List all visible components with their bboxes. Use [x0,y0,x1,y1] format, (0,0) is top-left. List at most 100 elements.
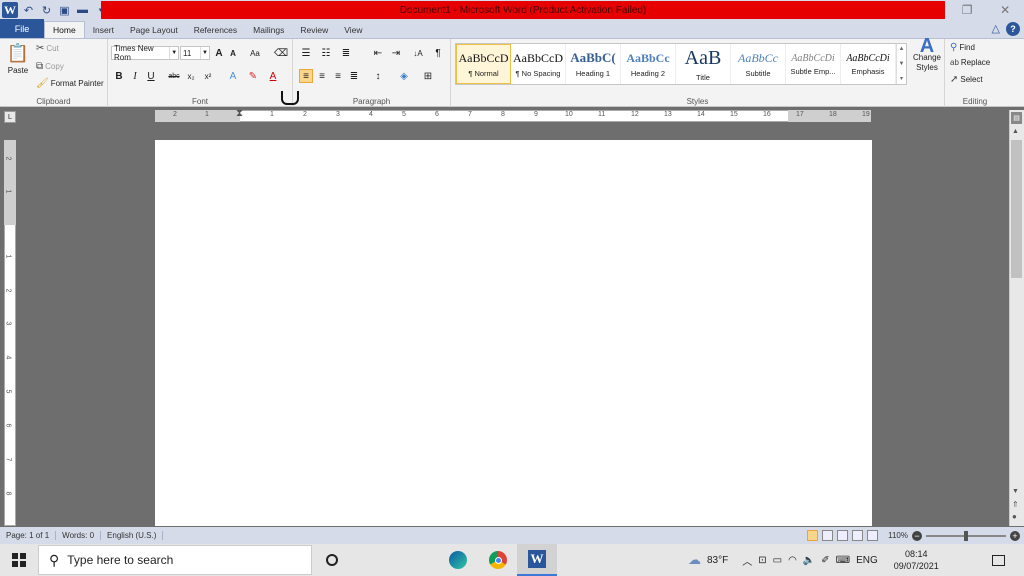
bold-button[interactable]: B [112,69,126,83]
zoom-slider-thumb[interactable] [964,530,968,541]
redo-icon[interactable]: ↻ [39,3,54,18]
tab-review[interactable]: Review [292,21,336,38]
battery-icon[interactable]: ▭ [773,555,782,566]
volume-icon[interactable]: 🔈 [803,555,815,566]
show-hidden-icons-icon[interactable]: ︿ [742,553,752,568]
underline-button[interactable]: U [144,69,158,83]
borders-icon[interactable]: ⊞ [421,69,435,83]
web-layout-icon[interactable] [837,530,849,541]
increase-indent-icon[interactable]: ⇥ [389,46,403,60]
style-no-spacing[interactable]: AaBbCcD ¶ No Spacing [511,44,566,84]
line-spacing-icon[interactable]: ↕ [371,69,385,83]
paste-button[interactable]: 📋 Paste [4,43,32,75]
page-count[interactable]: Page: 1 of 1 [0,531,57,540]
change-styles-button[interactable]: A Change Styles [912,36,942,73]
justify-icon[interactable]: ≣ [347,69,361,83]
tab-page-layout[interactable]: Page Layout [122,21,186,38]
weather-cloud-icon[interactable]: ☁ [688,552,701,568]
subscript-button[interactable]: x₂ [184,69,198,83]
align-right-icon[interactable]: ≡ [331,69,345,83]
font-color-icon[interactable]: A [266,69,280,83]
clock[interactable]: 08:14 09/07/2021 [894,548,939,572]
tab-view[interactable]: View [336,21,370,38]
tab-selector[interactable]: L [4,111,16,123]
style-subtitle[interactable]: AaBbCc Subtitle [731,44,786,84]
strikethrough-button[interactable]: abc [166,69,182,83]
superscript-button[interactable]: x² [201,69,215,83]
document-page[interactable] [155,140,872,526]
align-center-icon[interactable]: ≡ [315,69,329,83]
tab-insert[interactable]: Insert [85,21,122,38]
show-formatting-button[interactable]: ¶ [431,46,445,60]
font-name-dropdown[interactable]: Times New Rom ▼ [111,44,179,62]
restore-icon[interactable]: ❐ [962,3,973,17]
highlight-color-icon[interactable]: ✎ [246,69,260,83]
format-painter-button[interactable]: 🖌 Format Painter [36,78,104,89]
copy-button[interactable]: ⧉ Copy [36,61,64,72]
scroll-down-icon[interactable]: ▼ [1012,488,1019,495]
help-icon[interactable]: ? [1006,21,1020,36]
input-language[interactable]: ENG [856,555,878,566]
view-ruler-icon[interactable]: ▤ [1011,112,1022,124]
style-heading-1[interactable]: AaBbC( Heading 1 [566,44,621,84]
chrome-app[interactable] [478,544,518,576]
scroll-down-icon[interactable]: ▼ [899,61,905,67]
zoom-in-icon[interactable]: + [1010,530,1020,541]
save-icon[interactable]: ▬ [75,3,90,18]
tab-file[interactable]: File [0,19,44,38]
grow-font-button[interactable]: A [212,46,226,60]
wifi-icon[interactable]: ◠ [788,555,797,566]
style-subtle-emphasis[interactable]: AaBbCcDi Subtle Emp... [786,44,841,84]
numbering-icon[interactable]: ☷ [319,46,333,60]
zoom-out-icon[interactable]: − [912,530,922,541]
language-indicator[interactable]: English (U.S.) [101,531,164,540]
browse-object-icon[interactable]: ● [1012,512,1017,521]
tab-home[interactable]: Home [44,21,85,38]
outline-icon[interactable] [852,530,864,541]
shading-icon[interactable]: ◈ [397,69,411,83]
style-normal[interactable]: AaBbCcD ¶ Normal [456,44,511,84]
cut-button[interactable]: ✂ Cut [36,43,59,54]
text-effects-icon[interactable]: A [226,69,240,83]
meet-now-icon[interactable]: ⊡ [758,555,766,566]
word-count[interactable]: Words: 0 [56,531,102,540]
taskbar-search[interactable]: ⚲ Type here to search [38,545,312,575]
scroll-up-icon[interactable]: ▲ [899,46,905,52]
sort-icon[interactable]: ↓A [411,46,425,60]
align-left-icon[interactable]: ≡ [299,69,313,83]
pen-icon[interactable]: ✐ [821,555,829,566]
undo-icon[interactable]: ↶ [21,3,36,18]
cortana-icon[interactable] [312,544,352,576]
close-icon[interactable]: ✕ [1000,3,1010,17]
multilevel-list-icon[interactable]: ≣ [339,46,353,60]
font-size-dropdown[interactable]: 11 ▼ [180,46,210,60]
clear-formatting-icon[interactable]: ⌫ [274,46,288,60]
scroll-up-icon[interactable]: ▲ [1012,128,1019,135]
find-button[interactable]: ⚲ Find [950,42,975,53]
print-preview-icon[interactable]: ▣ [57,3,72,18]
style-heading-2[interactable]: AaBbCc Heading 2 [621,44,676,84]
replace-button[interactable]: ab Replace [950,58,990,67]
select-button[interactable]: ➚ Select [950,74,983,85]
keyboard-icon[interactable]: ⌨ [836,555,850,566]
change-case-button[interactable]: Aa [246,46,264,60]
word-taskbar-app[interactable]: W [517,544,557,576]
full-screen-reading-icon[interactable] [822,530,834,541]
tab-mailings[interactable]: Mailings [245,21,292,38]
word-app-icon[interactable]: W [2,2,18,18]
start-button[interactable] [0,544,38,576]
bullets-icon[interactable]: ☰ [299,46,313,60]
decrease-indent-icon[interactable]: ⇤ [371,46,385,60]
temperature[interactable]: 83°F [707,555,728,566]
style-emphasis[interactable]: AaBbCcDi Emphasis [841,44,896,84]
styles-gallery-scroll[interactable]: ▲ ▼ ▾ [896,44,906,84]
scrollbar-thumb[interactable] [1011,140,1022,278]
edge-app[interactable] [438,544,478,576]
more-styles-icon[interactable]: ▾ [900,75,903,82]
print-layout-icon[interactable] [807,530,819,541]
tab-references[interactable]: References [186,21,245,38]
notification-icon[interactable] [984,544,1012,576]
italic-button[interactable]: I [128,69,142,83]
draft-icon[interactable] [867,530,879,541]
collapse-ribbon-icon[interactable]: △ [992,22,1000,35]
